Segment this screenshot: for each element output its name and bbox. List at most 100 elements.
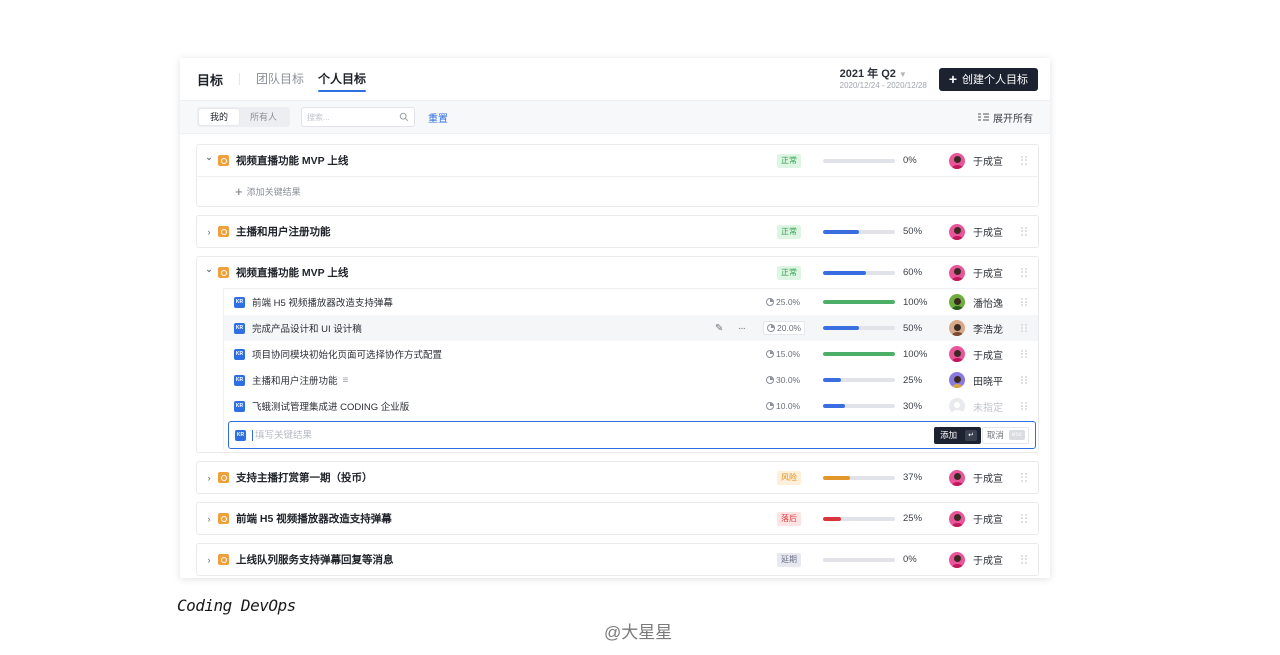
drag-handle-icon[interactable] — [1021, 555, 1027, 564]
owner-name[interactable]: 于成宣 — [973, 470, 1003, 485]
drag-handle-icon[interactable] — [1021, 514, 1027, 523]
objective-name[interactable]: 前端 H5 视频播放器改造支持弹幕 — [236, 511, 392, 526]
key-result-row[interactable]: KR 前端 H5 视频播放器改造支持弹幕 25.0% 100% 潘怡逸 — [224, 289, 1038, 315]
filter-mine[interactable]: 我的 — [199, 109, 240, 125]
avatar[interactable] — [949, 551, 965, 568]
owner-name[interactable]: 未指定 — [973, 399, 1003, 414]
more-icon[interactable]: ··· — [738, 323, 746, 334]
progress-fill — [823, 300, 895, 304]
weight-indicator[interactable]: 30.0% — [763, 374, 803, 386]
progress-fill — [823, 378, 841, 382]
quarter-selector[interactable]: 2021 年 Q2 ▼ 2020/12/24 - 2020/12/28 — [840, 68, 927, 90]
key-result-row[interactable]: KR 主播和用户注册功能 ≡ 30.0% 25% 田晓平 — [224, 367, 1038, 393]
drag-handle-icon[interactable] — [1021, 156, 1027, 165]
tab-team-goals[interactable]: 团队目标 — [256, 58, 304, 100]
status-badge[interactable]: 正常 — [777, 265, 801, 280]
objective-row[interactable]: ⌄ 视频直播功能 MVP 上线 正常 60% 于成宣 — [197, 257, 1038, 288]
owner-name[interactable]: 田晓平 — [973, 373, 1003, 388]
drag-handle-icon[interactable] — [1021, 473, 1027, 482]
objective-row[interactable]: › 上线队列服务支持弹幕回复等消息 延期 0% 于成宣 — [197, 544, 1038, 575]
key-result-row[interactable]: KR 飞蛾测试管理集成进 CODING 企业版 10.0% 30% 未指定 — [224, 393, 1038, 419]
weight-indicator[interactable]: 20.0% — [763, 321, 806, 335]
key-result-name[interactable]: 完成产品设计和 UI 设计稿 — [252, 321, 362, 335]
status-badge[interactable]: 落后 — [777, 511, 801, 526]
chevron-right-icon[interactable]: › — [204, 514, 214, 524]
key-result-name[interactable]: 主播和用户注册功能 — [252, 373, 338, 387]
drag-handle-icon[interactable] — [1021, 227, 1027, 236]
status-badge[interactable]: 正常 — [777, 224, 801, 239]
status-badge[interactable]: 正常 — [777, 153, 801, 168]
drag-handle-icon[interactable] — [1021, 375, 1027, 385]
drag-handle-icon[interactable] — [1021, 268, 1027, 277]
objective-icon — [218, 472, 229, 483]
key-result-name[interactable]: 前端 H5 视频播放器改造支持弹幕 — [252, 295, 393, 309]
chevron-right-icon[interactable]: › — [204, 227, 214, 237]
owner-name[interactable]: 于成宣 — [973, 347, 1003, 362]
cancel-button-label: 取消 — [986, 430, 1004, 440]
weight-indicator[interactable]: 25.0% — [763, 296, 803, 308]
progress-percent: 100% — [903, 296, 928, 308]
objective-row[interactable]: › 主播和用户注册功能 正常 50% 于成宣 — [197, 216, 1038, 247]
search-input[interactable] — [307, 112, 400, 122]
objective-name[interactable]: 上线队列服务支持弹幕回复等消息 — [236, 552, 394, 567]
drag-handle-icon[interactable] — [1021, 297, 1027, 307]
objective-row[interactable]: › 支持主播打赏第一期（投币） 风险 37% 于成宣 — [197, 462, 1038, 493]
owner-name[interactable]: 于成宣 — [973, 224, 1003, 239]
add-key-result-button[interactable]: + 添加关键结果 — [197, 176, 1038, 206]
avatar[interactable] — [949, 223, 965, 240]
reset-link[interactable]: 重置 — [428, 110, 448, 125]
owner-name[interactable]: 于成宣 — [973, 153, 1003, 168]
avatar-head — [953, 375, 961, 383]
key-result-name[interactable]: 项目协同模块初始化页面可选择协作方式配置 — [252, 347, 442, 361]
avatar[interactable] — [949, 152, 965, 169]
kr-icon: KR — [234, 400, 245, 412]
progress-fill — [823, 352, 895, 356]
objective-name[interactable]: 视频直播功能 MVP 上线 — [236, 265, 348, 280]
key-result-name[interactable]: 飞蛾测试管理集成进 CODING 企业版 — [252, 399, 409, 413]
tab-personal-goals[interactable]: 个人目标 — [318, 58, 367, 100]
owner-name[interactable]: 李浩龙 — [973, 321, 1003, 336]
cancel-button[interactable]: 取消 esc — [981, 426, 1029, 444]
new-key-result-input[interactable] — [252, 429, 752, 441]
avatar[interactable] — [949, 469, 965, 486]
add-button-label: 添加 — [940, 430, 958, 440]
avatar[interactable] — [949, 294, 965, 310]
status-badge[interactable]: 风险 — [777, 470, 801, 485]
chevron-right-icon[interactable]: › — [204, 473, 214, 483]
avatar[interactable] — [949, 372, 965, 388]
weight-indicator[interactable]: 10.0% — [763, 400, 803, 412]
avatar[interactable] — [949, 320, 965, 336]
create-personal-goal-button[interactable]: + 创建个人目标 — [938, 67, 1038, 91]
owner-name[interactable]: 于成宣 — [973, 511, 1003, 526]
key-result-row[interactable]: KR 项目协同模块初始化页面可选择协作方式配置 15.0% 100% 于成宣 — [224, 341, 1038, 367]
objective-row[interactable]: ⌄ 视频直播功能 MVP 上线 正常 0% 于成宣 — [197, 145, 1038, 176]
kr-icon: KR — [234, 322, 245, 334]
weight-indicator[interactable]: 15.0% — [763, 348, 803, 360]
edit-icon[interactable]: ✎ — [715, 323, 723, 334]
owner-name[interactable]: 于成宣 — [973, 552, 1003, 567]
chevron-down-icon[interactable]: ⌄ — [204, 152, 214, 163]
owner-name[interactable]: 潘怡逸 — [973, 295, 1003, 310]
avatar[interactable] — [949, 510, 965, 527]
filter-everyone[interactable]: 所有人 — [239, 109, 288, 125]
key-result-row[interactable]: KR 完成产品设计和 UI 设计稿 ✎ ··· 20.0% 50% 李浩龙 — [224, 315, 1038, 341]
avatar[interactable] — [949, 346, 965, 362]
avatar-head — [954, 402, 960, 408]
status-badge[interactable]: 延期 — [777, 552, 801, 567]
search-icon[interactable] — [399, 112, 409, 122]
drag-handle-icon[interactable] — [1021, 401, 1027, 411]
chevron-right-icon[interactable]: › — [204, 555, 214, 565]
objective-name[interactable]: 视频直播功能 MVP 上线 — [236, 153, 348, 168]
owner-name[interactable]: 于成宣 — [973, 265, 1003, 280]
progress-percent: 50% — [903, 226, 923, 237]
chevron-down-icon[interactable]: ⌄ — [204, 264, 214, 275]
objective-name[interactable]: 支持主播打赏第一期（投币） — [236, 470, 373, 485]
objective-row[interactable]: › 前端 H5 视频播放器改造支持弹幕 落后 25% 于成宣 — [197, 503, 1038, 534]
add-button[interactable]: 添加 ↵ — [934, 426, 981, 444]
avatar[interactable] — [949, 264, 965, 281]
objective-name[interactable]: 主播和用户注册功能 — [236, 224, 331, 239]
drag-handle-icon[interactable] — [1021, 349, 1027, 359]
expand-all-button[interactable]: 展开所有 — [978, 110, 1033, 125]
drag-handle-icon[interactable] — [1021, 323, 1027, 333]
unassigned-avatar-icon[interactable] — [949, 398, 965, 414]
